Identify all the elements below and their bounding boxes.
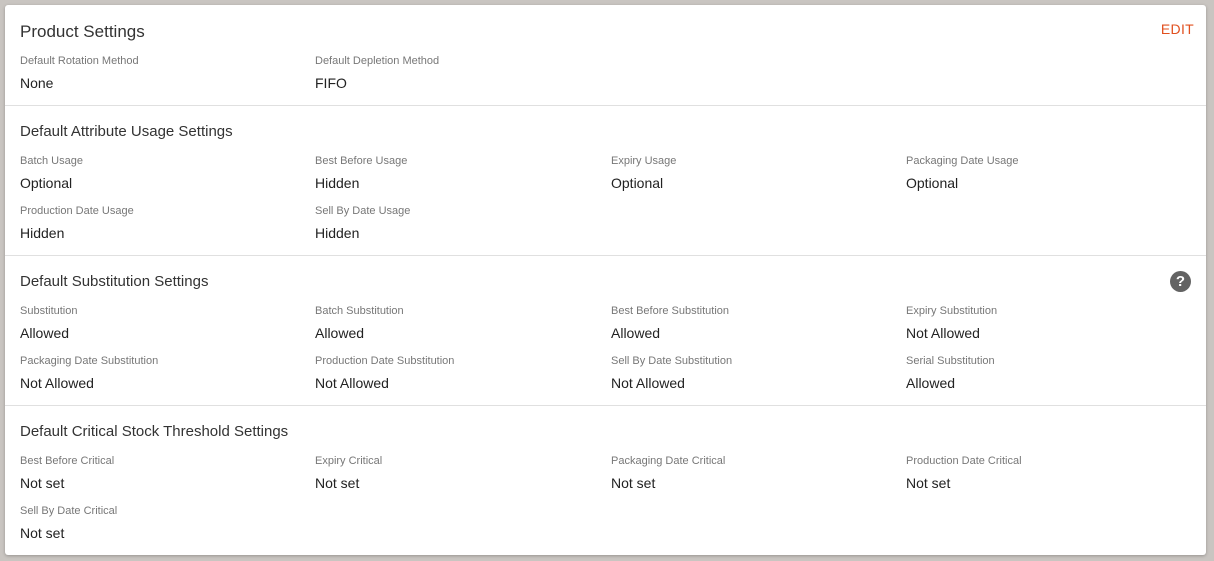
field-default-rotation-method: Default Rotation Method None bbox=[20, 55, 300, 92]
field-label: Batch Usage bbox=[20, 155, 83, 167]
field-value: Optional bbox=[906, 175, 959, 191]
field-label: Best Before Substitution bbox=[611, 305, 730, 317]
edit-button[interactable]: EDIT bbox=[1161, 21, 1194, 37]
field-label: Packaging Date Substitution bbox=[20, 355, 159, 367]
field-label: Expiry Critical bbox=[315, 455, 383, 467]
field-label: Production Date Substitution bbox=[315, 355, 455, 367]
field-batch-usage: Batch Usage Optional bbox=[20, 155, 300, 192]
field-sell-by-date-substitution: Sell By Date Substitution Not Allowed bbox=[611, 355, 891, 392]
field-value: Hidden bbox=[315, 175, 360, 191]
field-value: Hidden bbox=[20, 225, 65, 241]
field-sell-by-date-critical: Sell By Date Critical Not set bbox=[20, 505, 300, 542]
field-value: Optional bbox=[20, 175, 73, 191]
field-production-date-usage: Production Date Usage Hidden bbox=[20, 205, 300, 242]
field-best-before-usage: Best Before Usage Hidden bbox=[315, 155, 595, 192]
product-settings-card: Product Settings EDIT Default Rotation M… bbox=[5, 5, 1206, 555]
field-sell-by-date-usage: Sell By Date Usage Hidden bbox=[315, 205, 595, 242]
field-label: Substitution bbox=[20, 305, 78, 317]
field-value: Not set bbox=[611, 475, 656, 491]
field-expiry-critical: Expiry Critical Not set bbox=[315, 455, 595, 492]
product-settings-section: Product Settings EDIT Default Rotation M… bbox=[5, 5, 1206, 106]
field-batch-substitution: Batch Substitution Allowed bbox=[315, 305, 595, 342]
field-value: Allowed bbox=[20, 325, 70, 341]
field-label: Best Before Usage bbox=[315, 155, 408, 167]
field-value: Allowed bbox=[906, 375, 956, 391]
field-expiry-substitution: Expiry Substitution Not Allowed bbox=[906, 305, 1186, 342]
field-label: Sell By Date Substitution bbox=[611, 355, 733, 367]
field-label: Expiry Substitution bbox=[906, 305, 998, 317]
field-production-date-substitution: Production Date Substitution Not Allowed bbox=[315, 355, 595, 392]
field-label: Production Date Usage bbox=[20, 205, 134, 217]
field-value: Allowed bbox=[315, 325, 365, 341]
field-value: Optional bbox=[611, 175, 664, 191]
field-value: Not Allowed bbox=[906, 325, 980, 341]
field-value: Not Allowed bbox=[20, 375, 94, 391]
field-value: Not set bbox=[906, 475, 951, 491]
field-value: Not set bbox=[20, 475, 65, 491]
field-value: Hidden bbox=[315, 225, 360, 241]
field-value: Not Allowed bbox=[611, 375, 685, 391]
field-value: FIFO bbox=[315, 75, 347, 91]
field-value: None bbox=[20, 75, 54, 91]
field-label: Batch Substitution bbox=[315, 305, 404, 317]
field-packaging-date-usage: Packaging Date Usage Optional bbox=[906, 155, 1186, 192]
field-label: Sell By Date Critical bbox=[20, 505, 118, 517]
field-packaging-date-critical: Packaging Date Critical Not set bbox=[611, 455, 891, 492]
field-serial-substitution: Serial Substitution Allowed bbox=[906, 355, 1186, 392]
field-packaging-date-substitution: Packaging Date Substitution Not Allowed bbox=[20, 355, 300, 392]
field-label: Packaging Date Critical bbox=[611, 455, 726, 467]
field-label: Default Depletion Method bbox=[315, 55, 440, 67]
help-icon[interactable]: ? bbox=[1170, 271, 1191, 292]
field-expiry-usage: Expiry Usage Optional bbox=[611, 155, 891, 192]
page-title: Product Settings bbox=[20, 22, 145, 41]
field-value: Not set bbox=[315, 475, 360, 491]
field-value: Not Allowed bbox=[315, 375, 389, 391]
field-value: Allowed bbox=[611, 325, 661, 341]
field-best-before-critical: Best Before Critical Not set bbox=[20, 455, 300, 492]
field-label: Serial Substitution bbox=[906, 355, 995, 367]
field-substitution: Substitution Allowed bbox=[20, 305, 300, 342]
field-label: Expiry Usage bbox=[611, 155, 677, 167]
field-value: Not set bbox=[20, 525, 65, 541]
field-best-before-substitution: Best Before Substitution Allowed bbox=[611, 305, 891, 342]
field-default-depletion-method: Default Depletion Method FIFO bbox=[315, 55, 595, 92]
field-label: Production Date Critical bbox=[906, 455, 1022, 467]
critical-stock-section: Default Critical Stock Threshold Setting… bbox=[5, 406, 1206, 555]
field-label: Packaging Date Usage bbox=[906, 155, 1019, 167]
section-title: Default Substitution Settings bbox=[20, 273, 209, 290]
attribute-usage-section: Default Attribute Usage Settings Batch U… bbox=[5, 106, 1206, 256]
section-title: Default Critical Stock Threshold Setting… bbox=[20, 423, 289, 440]
field-label: Default Rotation Method bbox=[20, 55, 139, 67]
field-label: Sell By Date Usage bbox=[315, 205, 411, 217]
substitution-section: Default Substitution Settings ? Substitu… bbox=[5, 256, 1206, 406]
field-label: Best Before Critical bbox=[20, 455, 115, 467]
section-title: Default Attribute Usage Settings bbox=[20, 123, 233, 140]
field-production-date-critical: Production Date Critical Not set bbox=[906, 455, 1186, 492]
